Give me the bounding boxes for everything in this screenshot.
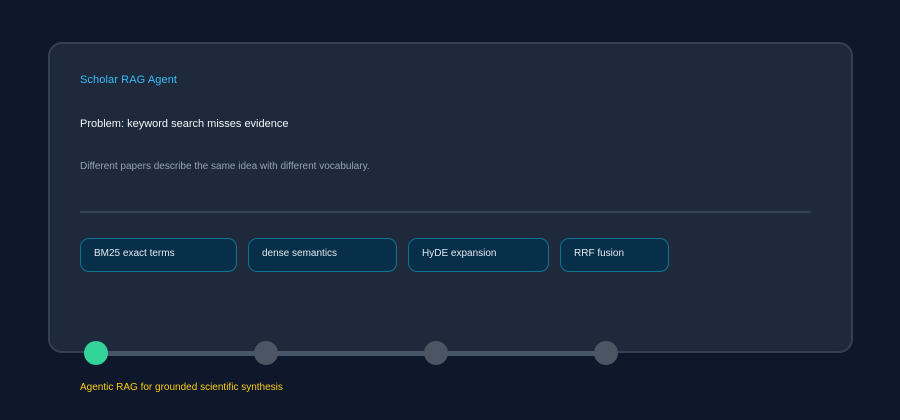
slide-stage: Scholar RAG Agent Problem: keyword searc… [0,0,900,420]
footer-caption: Agentic RAG for grounded scientific synt… [80,382,283,393]
progress-step-3[interactable] [424,341,448,365]
chip-hyde-expansion[interactable]: HyDE expansion [408,238,549,272]
content-card: Scholar RAG Agent Problem: keyword searc… [48,42,853,353]
progress-step-1[interactable] [84,341,108,365]
progress-step-2[interactable] [254,341,278,365]
problem-title: Problem: keyword search misses evidence [80,118,289,130]
progress-step-4[interactable] [594,341,618,365]
chip-bm25[interactable]: BM25 exact terms [80,238,237,272]
section-divider [80,211,811,213]
problem-description: Different papers describe the same idea … [80,161,370,172]
progress-track [96,351,606,356]
chip-rrf-fusion[interactable]: RRF fusion [560,238,669,272]
chip-dense-semantics[interactable]: dense semantics [248,238,397,272]
app-eyebrow-label: Scholar RAG Agent [80,74,178,86]
